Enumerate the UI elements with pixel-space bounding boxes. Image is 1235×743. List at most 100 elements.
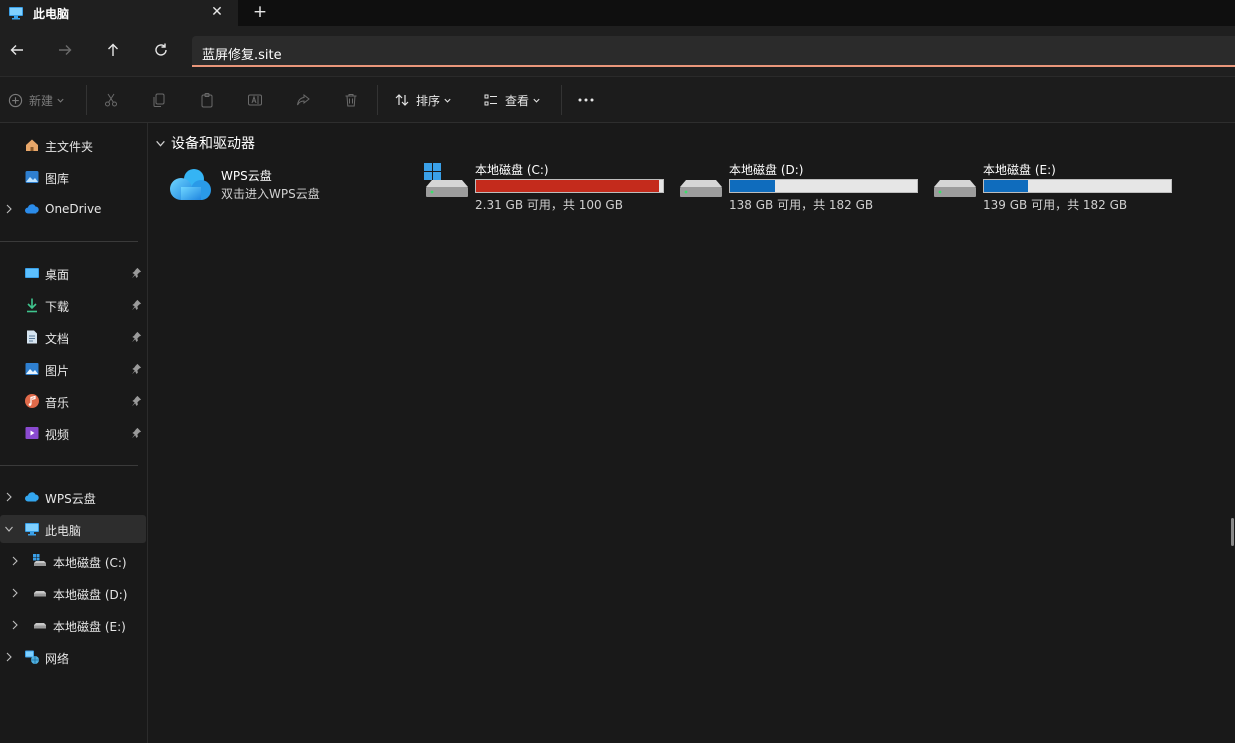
more-button[interactable]	[577, 89, 595, 111]
pin-icon[interactable]	[131, 427, 142, 441]
trash-icon	[345, 94, 357, 107]
sidebar-item-label: 桌面	[45, 268, 70, 282]
drive-tile-c[interactable]: 本地磁盘 (C:) 2.31 GB 可用，共 100 GB	[424, 161, 674, 213]
chevron-right-icon[interactable]	[10, 587, 20, 599]
back-button[interactable]	[5, 38, 29, 62]
forward-button[interactable]	[53, 38, 77, 62]
sidebar-item-music[interactable]: 音乐	[0, 387, 146, 415]
sidebar-item-drive-d[interactable]: 本地磁盘 (D:)	[0, 579, 146, 607]
group-header[interactable]: 设备和驱动器	[155, 133, 255, 153]
more-icon	[578, 98, 594, 102]
chevron-down-icon	[444, 98, 451, 103]
sidebar-item-this-pc[interactable]: 此电脑	[0, 515, 146, 543]
plus-icon[interactable]: +	[250, 2, 270, 22]
sidebar-item-label: 网络	[45, 652, 70, 666]
sidebar-item-documents[interactable]: 文档	[0, 323, 146, 351]
onedrive-cloud-icon	[24, 201, 40, 217]
view-button[interactable]: 查看	[483, 89, 541, 111]
sidebar-item-drive-e[interactable]: 本地磁盘 (E:)	[0, 611, 146, 639]
drive-tile-e[interactable]: 本地磁盘 (E:) 139 GB 可用，共 182 GB	[932, 161, 1182, 213]
divider	[377, 85, 378, 115]
chevron-right-icon[interactable]	[10, 555, 20, 567]
sidebar-item-onedrive[interactable]: OneDrive	[0, 195, 146, 223]
sidebar-item-network[interactable]: 网络	[0, 643, 146, 671]
sidebar-item-drive-c[interactable]: 本地磁盘 (C:)	[0, 547, 146, 575]
copy-button[interactable]	[151, 89, 167, 111]
delete-button[interactable]	[343, 89, 359, 111]
chevron-down-icon[interactable]	[4, 523, 14, 535]
drive-space-info: 2.31 GB 可用，共 100 GB	[475, 198, 623, 212]
gallery-icon	[24, 169, 40, 185]
system-drive-icon	[32, 553, 48, 569]
pin-icon[interactable]	[131, 299, 142, 313]
desktop-icon	[24, 265, 40, 281]
view-list-icon	[484, 94, 497, 106]
address-bar[interactable]: 蓝屏修复.site	[192, 36, 1235, 67]
sidebar-item-desktop[interactable]: 桌面	[0, 259, 146, 287]
arrow-up-icon	[108, 43, 118, 56]
new-button[interactable]: 新建	[8, 89, 65, 111]
video-icon	[24, 425, 40, 441]
sidebar-item-label: 文档	[45, 332, 70, 346]
usage-bar	[475, 179, 664, 193]
divider	[86, 85, 87, 115]
sidebar-item-label: OneDrive	[45, 202, 102, 216]
chevron-right-icon[interactable]	[4, 651, 14, 663]
drive-icon	[934, 180, 976, 197]
usage-bar-fill	[476, 180, 659, 192]
sidebar-item-label: 视频	[45, 428, 70, 442]
sidebar-item-videos[interactable]: 视频	[0, 419, 146, 447]
drive-space-info: 138 GB 可用，共 182 GB	[729, 198, 874, 212]
pin-icon[interactable]	[131, 363, 142, 377]
drive-name: 本地磁盘 (C:)	[475, 163, 549, 177]
rename-icon	[248, 94, 262, 106]
plus-circle-icon	[8, 93, 23, 107]
chevron-right-icon[interactable]	[4, 203, 14, 215]
drive-name: 本地磁盘 (E:)	[983, 163, 1056, 177]
new-label: 新建	[29, 93, 54, 108]
sidebar-item-downloads[interactable]: 下载	[0, 291, 146, 319]
sidebar-item-pictures[interactable]: 图片	[0, 355, 146, 383]
drive-tile-d[interactable]: 本地磁盘 (D:) 138 GB 可用，共 182 GB	[678, 161, 928, 213]
pin-icon[interactable]	[131, 331, 142, 345]
drive-icon	[680, 180, 722, 197]
sidebar-item-label: 下载	[45, 300, 70, 314]
tab-this-pc[interactable]: 此电脑 ✕	[0, 0, 238, 26]
refresh-button[interactable]	[149, 38, 173, 62]
sidebar-item-label: 本地磁盘 (D:)	[53, 588, 128, 602]
sidebar-item-wps-cloud[interactable]: WPS云盘	[0, 483, 146, 511]
usage-bar-fill	[730, 180, 776, 192]
arrow-right-icon	[59, 45, 72, 55]
sidebar-item-label: 本地磁盘 (C:)	[53, 556, 127, 570]
wps-cloud-icon	[24, 489, 40, 505]
close-icon[interactable]: ✕	[207, 2, 227, 22]
cut-button[interactable]	[103, 89, 119, 111]
pin-icon[interactable]	[131, 395, 142, 409]
wps-cloud-tile[interactable]: WPS云盘 双击进入WPS云盘	[167, 163, 407, 213]
pin-icon[interactable]	[131, 267, 142, 281]
share-button[interactable]	[295, 89, 311, 111]
music-icon	[24, 393, 40, 409]
sidebar-item-label: 图片	[45, 364, 70, 378]
sidebar-item-home[interactable]: 主文件夹	[0, 131, 146, 159]
copy-icon	[153, 93, 165, 107]
chevron-right-icon[interactable]	[4, 491, 14, 503]
rename-button[interactable]	[247, 89, 263, 111]
wps-cloud-icon	[170, 169, 211, 200]
sidebar-item-gallery[interactable]: 图库	[0, 163, 146, 191]
sort-button[interactable]: 排序	[394, 89, 452, 111]
computer-icon	[24, 521, 40, 537]
sort-icon	[395, 94, 409, 106]
up-button[interactable]	[101, 38, 125, 62]
navigation-row: 蓝屏修复.site	[0, 26, 1235, 76]
paste-button[interactable]	[199, 89, 215, 111]
drive-name: 本地磁盘 (D:)	[729, 163, 804, 177]
network-icon	[24, 649, 40, 665]
picture-icon	[24, 361, 40, 377]
usage-bar	[729, 179, 918, 193]
chevron-down-icon	[57, 98, 64, 103]
address-text[interactable]: 蓝屏修复.site	[202, 44, 282, 63]
scrollbar-thumb[interactable]	[1231, 518, 1234, 546]
chevron-right-icon[interactable]	[10, 619, 20, 631]
sort-label: 排序	[416, 93, 441, 108]
